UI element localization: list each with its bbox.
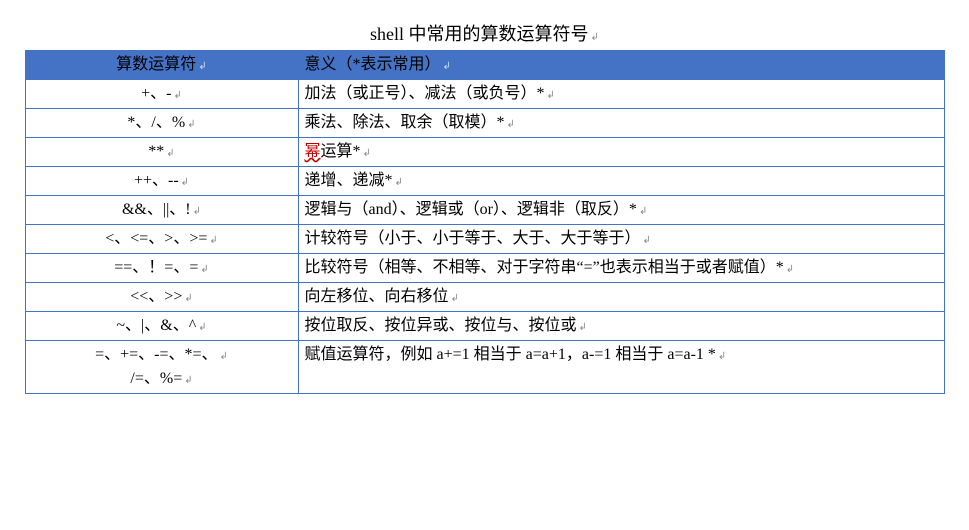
desc-text: 赋值运算符，例如 a+=1 相当于 a=a+1，a-=1 相当于 a=a-1 *	[305, 346, 716, 363]
cell-desc: 幂运算*↲	[298, 138, 944, 167]
para-mark-icon: ↲	[184, 293, 192, 304]
para-mark-icon: ↲	[363, 148, 371, 159]
op-text: <、<=、>、>=	[105, 230, 207, 247]
para-mark-icon: ↲	[718, 351, 726, 362]
cell-desc: 计较符号（小于、小于等于、大于、大于等于）↲	[298, 225, 944, 254]
cell-op: <、<=、>、>=↲	[25, 225, 298, 254]
desc-prefix: 幂	[305, 143, 321, 160]
desc-text: 逻辑与（and）、逻辑或（or）、逻辑非（取反）*	[305, 201, 637, 218]
table-row: =、+=、-=、*=、↲ /=、%=↲ 赋值运算符，例如 a+=1 相当于 a=…	[25, 341, 944, 394]
table-header-row: 算数运算符↲ 意义（*表示常用）↲	[25, 51, 944, 80]
para-mark-icon: ↲	[193, 206, 201, 217]
cell-op: ~、|、&、^↲	[25, 312, 298, 341]
cell-op: =、+=、-=、*=、↲ /=、%=↲	[25, 341, 298, 394]
cell-desc: 递增、递减*↲	[298, 167, 944, 196]
desc-text: 加法（或正号）、减法（或负号）*	[305, 85, 545, 102]
para-mark-icon: ↲	[184, 375, 192, 386]
cell-desc: 乘法、除法、取余（取模）*↲	[298, 109, 944, 138]
header-operator: 算数运算符↲	[25, 51, 298, 80]
cell-op: <<、>>↲	[25, 283, 298, 312]
desc-text: 计较符号（小于、小于等于、大于、大于等于）	[305, 230, 641, 247]
para-mark-icon: ↲	[200, 264, 208, 275]
table-row: ==、！=、=↲ 比较符号（相等、不相等、对于字符串“=”也表示相当于或者赋值）…	[25, 254, 944, 283]
table-row: *、/、%↲ 乘法、除法、取余（取模）*↲	[25, 109, 944, 138]
para-mark-icon: ↲	[443, 61, 451, 72]
desc-text: 乘法、除法、取余（取模）*	[305, 114, 505, 131]
op-text: ~、|、&、^	[116, 317, 196, 334]
desc-text: 按位取反、按位异或、按位与、按位或	[305, 317, 577, 334]
header-operator-text: 算数运算符	[116, 56, 196, 73]
para-mark-icon: ↲	[198, 61, 206, 72]
table-row: +、-↲ 加法（或正号）、减法（或负号）*↲	[25, 80, 944, 109]
desc-text: 比较符号（相等、不相等、对于字符串“=”也表示相当于或者赋值）*	[305, 259, 784, 276]
cell-desc: 向左移位、向右移位↲	[298, 283, 944, 312]
para-mark-icon: ↲	[451, 293, 459, 304]
title-text: shell 中常用的算数运算符号	[370, 24, 589, 44]
table-row: ++、--↲ 递增、递减*↲	[25, 167, 944, 196]
op-text: **	[148, 143, 164, 160]
cell-desc: 赋值运算符，例如 a+=1 相当于 a=a+1，a-=1 相当于 a=a-1 *…	[298, 341, 944, 394]
table-row: &&、||、!↲ 逻辑与（and）、逻辑或（or）、逻辑非（取反）*↲	[25, 196, 944, 225]
para-mark-icon: ↲	[395, 177, 403, 188]
header-meaning: 意义（*表示常用）↲	[298, 51, 944, 80]
op-text: ++、--	[134, 172, 179, 189]
op-text: <<、>>	[130, 288, 182, 305]
para-mark-icon: ↲	[643, 235, 651, 246]
op-text-line2: /=、%=	[130, 370, 182, 387]
table-row: <、<=、>、>=↲ 计较符号（小于、小于等于、大于、大于等于）↲	[25, 225, 944, 254]
para-mark-icon: ↲	[181, 177, 189, 188]
para-mark-icon: ↲	[198, 322, 206, 333]
para-mark-icon: ↲	[639, 206, 647, 217]
para-mark-icon: ↲	[187, 119, 195, 130]
para-mark-icon: ↲	[547, 90, 555, 101]
op-text: *、/、%	[127, 114, 185, 131]
operators-table: 算数运算符↲ 意义（*表示常用）↲ +、-↲ 加法（或正号）、减法（或负号）*↲…	[25, 50, 945, 394]
op-text: ==、！=、=	[114, 259, 198, 276]
cell-desc: 逻辑与（and）、逻辑或（or）、逻辑非（取反）*↲	[298, 196, 944, 225]
para-mark-icon: ↲	[579, 322, 587, 333]
para-mark-icon: ↲	[786, 264, 794, 275]
op-text-line1: =、+=、-=、*=、	[95, 346, 217, 363]
cell-op: ++、--↲	[25, 167, 298, 196]
para-mark-icon: ↲	[166, 148, 174, 159]
para-mark-icon: ↲	[220, 351, 228, 362]
desc-text: 向左移位、向右移位	[305, 288, 449, 305]
header-meaning-text: 意义（*表示常用）	[305, 56, 441, 73]
desc-suffix: 运算*	[321, 143, 361, 160]
table-row: **↲ 幂运算*↲	[25, 138, 944, 167]
cell-desc: 加法（或正号）、减法（或负号）*↲	[298, 80, 944, 109]
cell-op: &&、||、!↲	[25, 196, 298, 225]
para-mark-icon: ↲	[173, 90, 181, 101]
cell-op: +、-↲	[25, 80, 298, 109]
cell-desc: 按位取反、按位异或、按位与、按位或↲	[298, 312, 944, 341]
para-mark-icon: ↲	[507, 119, 515, 130]
table-row: <<、>>↲ 向左移位、向右移位↲	[25, 283, 944, 312]
page-title: shell 中常用的算数运算符号↲	[20, 20, 949, 46]
cell-op: **↲	[25, 138, 298, 167]
table-row: ~、|、&、^↲ 按位取反、按位异或、按位与、按位或↲	[25, 312, 944, 341]
desc-text: 递增、递减*	[305, 172, 393, 189]
cell-op: *、/、%↲	[25, 109, 298, 138]
op-text: +、-	[141, 85, 171, 102]
para-mark-icon: ↲	[591, 32, 599, 43]
cell-op: ==、！=、=↲	[25, 254, 298, 283]
op-text: &&、||、!	[122, 201, 191, 218]
para-mark-icon: ↲	[209, 235, 217, 246]
cell-desc: 比较符号（相等、不相等、对于字符串“=”也表示相当于或者赋值）*↲	[298, 254, 944, 283]
